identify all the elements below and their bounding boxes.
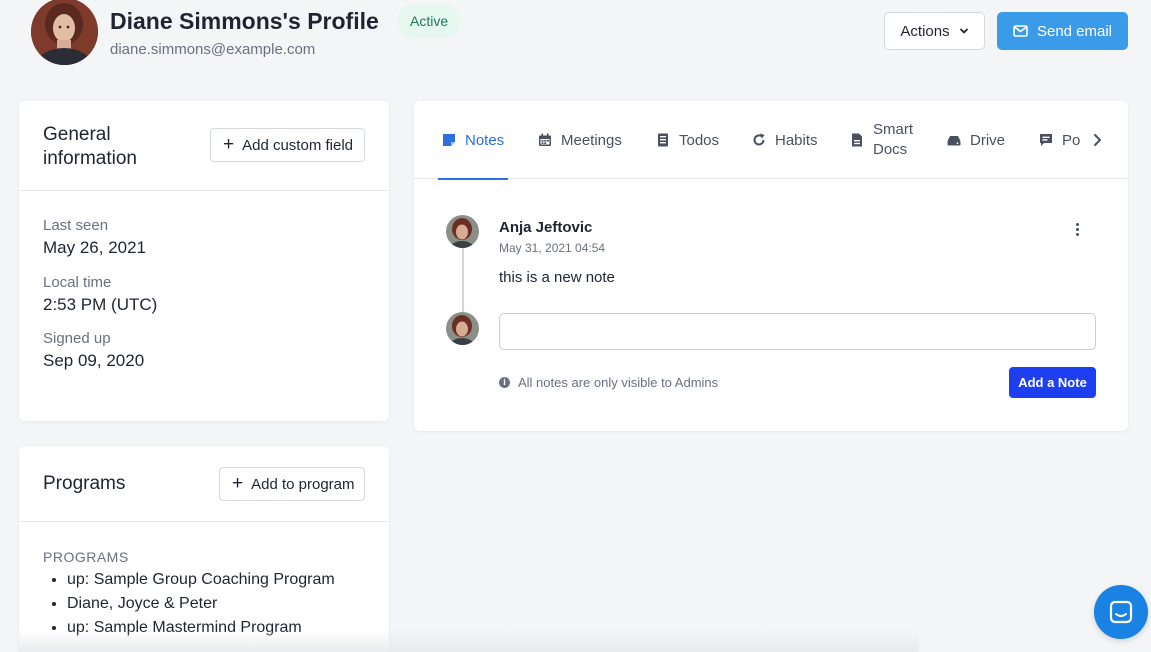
programs-card: Programs + Add to program PROGRAMS up: S… — [19, 446, 389, 652]
tab-posts[interactable]: Po — [1039, 101, 1080, 179]
tabs-scroll-right-button[interactable] — [1087, 128, 1107, 152]
dot — [1075, 222, 1079, 226]
info-value: Sep 09, 2020 — [43, 351, 145, 370]
chevron-right-icon — [1094, 134, 1101, 146]
tab-label: Notes — [465, 131, 505, 149]
tab-label: Meetings — [561, 131, 622, 149]
tab-label: Habits — [775, 131, 818, 149]
document-icon — [852, 133, 862, 147]
note-icon — [443, 134, 455, 146]
chat-icon — [1109, 600, 1133, 624]
tab-notes[interactable]: Notes — [437, 101, 509, 180]
tab-habits[interactable]: Habits — [752, 101, 818, 179]
tab-label: Todos — [679, 131, 720, 149]
add-custom-field-button[interactable]: + Add custom field — [210, 128, 365, 162]
profile-avatar — [31, 0, 98, 65]
add-note-button[interactable]: Add a Note — [1009, 367, 1096, 398]
actions-label: Actions — [900, 22, 950, 40]
info-icon: i — [499, 377, 510, 388]
status-badge: Active — [397, 4, 462, 38]
chevron-down-icon — [959, 28, 968, 34]
general-information-title: General information — [43, 124, 137, 169]
program-item[interactable]: up: Sample Group Coaching Program — [67, 568, 335, 592]
note-timestamp: May 31, 2021 04:54 — [499, 241, 606, 255]
page-title: Diane Simmons's Profile — [110, 8, 379, 34]
note-author-avatar — [446, 215, 479, 248]
tab-label: Drive — [970, 131, 1006, 149]
add-custom-field-label: Add custom field — [242, 136, 353, 154]
profile-email: diane.simmons@example.com — [110, 41, 316, 58]
current-user-avatar — [446, 312, 479, 345]
tab-bar: Notes Meetings Todos Habits Smart Docs D… — [414, 101, 1128, 180]
info-label: Local time — [43, 274, 112, 291]
programs-heading: PROGRAMS — [43, 549, 129, 565]
timeline-connector — [462, 248, 464, 312]
info-local-time: Local time 2:53 PM (UTC) — [43, 274, 157, 315]
note-body: this is a new note — [499, 269, 615, 286]
info-label: Last seen — [43, 217, 109, 234]
refresh-icon — [753, 133, 765, 146]
dot — [1075, 227, 1079, 231]
activity-card: Notes Meetings Todos Habits Smart Docs D… — [414, 101, 1128, 431]
general-information-card: General information + Add custom field L… — [19, 101, 389, 421]
add-to-program-button[interactable]: + Add to program — [219, 467, 365, 501]
list-icon — [658, 133, 668, 147]
calendar-icon — [539, 133, 551, 146]
program-item[interactable]: Diane, Joyce & Peter — [67, 592, 335, 616]
info-signed-up: Signed up Sep 09, 2020 — [43, 330, 144, 371]
drive-icon — [947, 136, 961, 146]
programs-title: Programs — [43, 473, 126, 494]
tab-label: Po — [1062, 131, 1081, 149]
plus-icon: + — [232, 472, 244, 494]
tab-smart-docs[interactable]: Smart Docs — [850, 101, 917, 179]
info-value: 2:53 PM (UTC) — [43, 295, 158, 314]
comment-icon — [1040, 134, 1052, 146]
dot — [1075, 232, 1079, 236]
tab-label: Smart Docs — [873, 121, 914, 158]
plus-icon: + — [223, 133, 235, 155]
programs-header: Programs + Add to program — [19, 446, 389, 522]
envelope-icon — [1013, 25, 1028, 37]
note-author: Anja Jeftovic — [499, 219, 593, 236]
visibility-notice: i All notes are only visible to Admins — [499, 375, 718, 390]
note-options-button[interactable] — [1068, 219, 1086, 239]
info-value: May 26, 2021 — [43, 238, 147, 257]
info-last-seen: Last seen May 26, 2021 — [43, 217, 146, 258]
chat-widget-button[interactable] — [1094, 585, 1148, 639]
tab-drive[interactable]: Drive — [947, 101, 1005, 179]
note-input[interactable] — [499, 313, 1096, 350]
programs-list: up: Sample Group Coaching Program Diane,… — [67, 568, 335, 640]
general-information-header: General information + Add custom field — [19, 101, 389, 191]
program-item[interactable]: up: Sample Mastermind Program — [67, 616, 335, 640]
send-email-button[interactable]: Send email — [997, 12, 1128, 50]
actions-dropdown-button[interactable]: Actions — [884, 12, 985, 50]
add-to-program-label: Add to program — [251, 475, 355, 493]
info-label: Signed up — [43, 330, 111, 347]
tab-todos[interactable]: Todos — [656, 101, 719, 179]
tab-meetings[interactable]: Meetings — [538, 101, 622, 179]
visibility-text: All notes are only visible to Admins — [518, 375, 719, 390]
send-email-label: Send email — [1036, 22, 1113, 40]
